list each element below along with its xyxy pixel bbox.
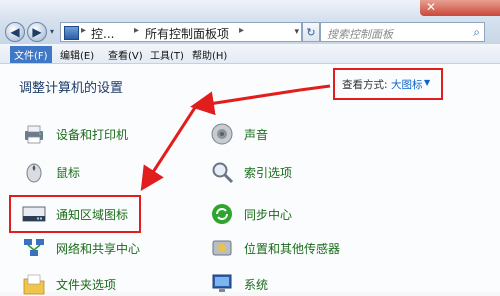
search-placeholder: 搜索控制面板	[327, 28, 393, 41]
sync-icon	[212, 204, 232, 224]
item-label[interactable]: 文件夹选项	[56, 276, 116, 293]
menu-bar: 文件(F) 编辑(E) 查看(V) 工具(T) 帮助(H)	[0, 44, 500, 64]
forward-button[interactable]: ▶	[27, 22, 47, 42]
address-dropdown-icon[interactable]: ▾	[294, 27, 299, 37]
breadcrumb-separator[interactable]: ▸	[239, 25, 244, 36]
item-label[interactable]: 同步中心	[244, 206, 292, 223]
close-icon[interactable]: ✕	[426, 0, 436, 14]
menu-file[interactable]: 文件(F)	[10, 46, 52, 63]
folder-icon	[23, 274, 45, 295]
item-label[interactable]: 网络和共享中心	[56, 240, 140, 257]
forward-arrow-icon: ▶	[32, 25, 42, 39]
control-panel-icon	[64, 26, 79, 40]
printer-icon	[25, 125, 43, 144]
breadcrumb-separator[interactable]: ▸	[81, 25, 86, 36]
item-label[interactable]: 系统	[244, 276, 268, 293]
recent-pages-dropdown[interactable]: ▾	[50, 27, 54, 36]
menu-tools[interactable]: 工具(T)	[146, 46, 188, 63]
item-label[interactable]: 位置和其他传感器	[244, 240, 340, 257]
item-label[interactable]: 索引选项	[244, 164, 292, 181]
item-label[interactable]: 设备和打印机	[56, 126, 128, 143]
refresh-button[interactable]: ↻	[302, 22, 320, 42]
breadcrumb-separator[interactable]: ▸	[134, 25, 139, 36]
item-label[interactable]: 鼠标	[56, 164, 80, 181]
sensor-icon	[212, 240, 232, 256]
page-title: 调整计算机的设置	[19, 81, 124, 96]
breadcrumb-control-panel[interactable]: 控...	[91, 25, 114, 42]
back-button[interactable]: ◀	[5, 22, 25, 42]
computer-icon	[212, 274, 232, 292]
highlight-box-view-by	[333, 68, 443, 100]
content-area: 调整计算机的设置 查看方式: 大图标 ▼ 设备和打印机 鼠标 通知区域图标 网络…	[0, 64, 500, 295]
search-icon[interactable]: ⌕	[473, 25, 480, 40]
magnifier-icon	[212, 162, 234, 184]
highlight-box-notification-icons	[9, 195, 141, 233]
refresh-icon: ↻	[306, 25, 316, 39]
address-bar[interactable]: ▸ 控... ▸ 所有控制面板项 ▸ ▾	[60, 22, 302, 42]
breadcrumb-all-items[interactable]: 所有控制面板项	[145, 25, 229, 42]
item-label[interactable]: 声音	[244, 126, 268, 143]
speaker-icon	[211, 123, 233, 145]
window-controls[interactable]: ✕	[420, 0, 500, 16]
menu-help[interactable]: 帮助(H)	[188, 46, 231, 63]
menu-view[interactable]: 查看(V)	[104, 46, 147, 63]
back-arrow-icon: ◀	[10, 25, 20, 39]
search-input[interactable]: 搜索控制面板 ⌕	[320, 22, 485, 42]
mouse-icon	[26, 163, 42, 183]
title-bar: ✕ ◀ ▶ ▾ ▸ 控... ▸ 所有控制面板项 ▸ ▾ ↻ 搜索控制面板 ⌕	[0, 0, 500, 44]
menu-edit[interactable]: 编辑(E)	[56, 46, 98, 63]
network-icon	[24, 239, 44, 256]
